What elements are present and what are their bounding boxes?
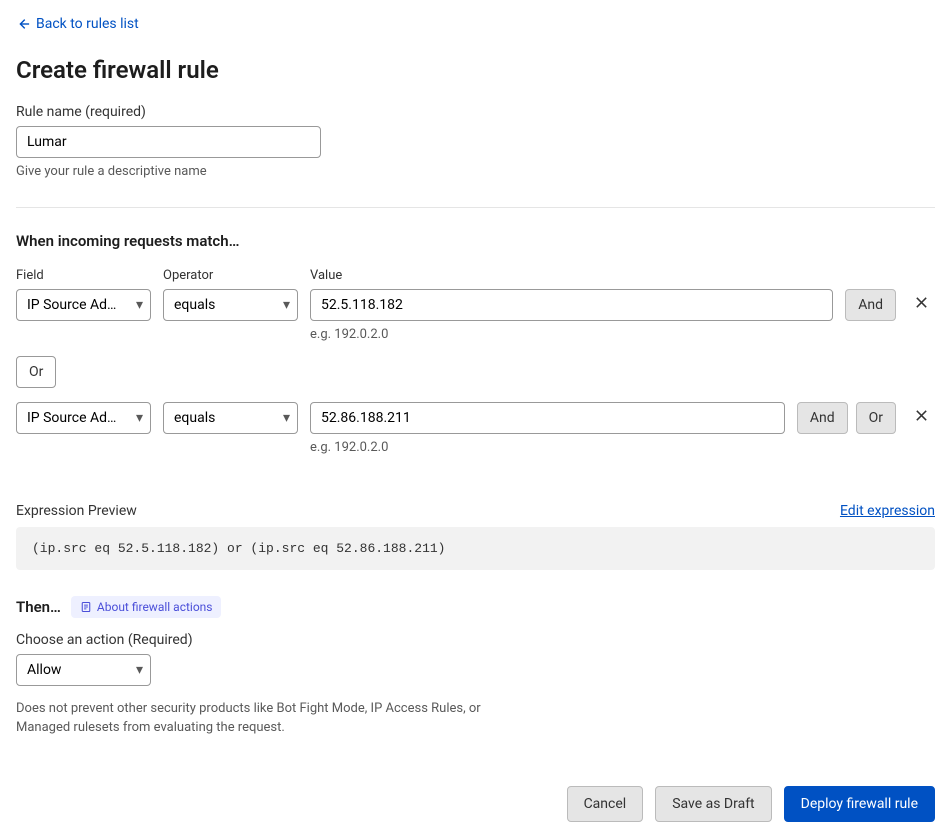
document-icon [80, 601, 92, 613]
rule-name-helper: Give your rule a descriptive name [16, 164, 935, 179]
match-heading: When incoming requests match… [16, 232, 935, 250]
header-operator: Operator [163, 268, 298, 283]
header-field: Field [16, 268, 151, 283]
field-select[interactable]: IP Source Add… [16, 289, 151, 321]
value-input[interactable] [310, 402, 785, 434]
choose-action-label: Choose an action (Required) [16, 632, 935, 648]
operator-select[interactable]: equals [163, 289, 298, 321]
back-to-rules-link[interactable]: Back to rules list [16, 16, 139, 32]
action-description: Does not prevent other security products… [16, 700, 536, 738]
remove-condition-button[interactable] [908, 402, 935, 429]
footer-actions: Cancel Save as Draft Deploy firewall rul… [16, 786, 935, 822]
arrow-left-icon [16, 17, 30, 31]
close-icon [914, 408, 929, 423]
remove-condition-button[interactable] [908, 289, 935, 316]
save-draft-button[interactable]: Save as Draft [655, 786, 771, 822]
value-example: e.g. 192.0.2.0 [310, 440, 785, 455]
value-example: e.g. 192.0.2.0 [310, 327, 833, 342]
page-title: Create firewall rule [16, 56, 935, 84]
about-firewall-actions-link[interactable]: About firewall actions [71, 596, 222, 618]
then-heading: Then… [16, 598, 61, 616]
back-to-rules-label: Back to rules list [36, 16, 139, 32]
expression-preview-label: Expression Preview [16, 503, 137, 519]
and-button[interactable]: And [845, 289, 896, 321]
rule-name-input[interactable] [16, 126, 321, 158]
edit-expression-link[interactable]: Edit expression [840, 503, 935, 519]
close-icon [914, 295, 929, 310]
condition-row: IP Source Add… ▾ equals ▾ e.g. 192.0.2.0… [16, 402, 935, 455]
cancel-button[interactable]: Cancel [567, 786, 644, 822]
or-button[interactable]: Or [856, 402, 896, 434]
expression-preview: (ip.src eq 52.5.118.182) or (ip.src eq 5… [16, 527, 935, 570]
about-firewall-actions-label: About firewall actions [97, 600, 213, 614]
value-input[interactable] [310, 289, 833, 321]
and-button[interactable]: And [797, 402, 848, 434]
header-value: Value [310, 268, 935, 283]
condition-row: IP Source Add… ▾ equals ▾ e.g. 192.0.2.0… [16, 289, 935, 342]
operator-select[interactable]: equals [163, 402, 298, 434]
action-select[interactable]: Allow [16, 654, 151, 686]
rule-name-label: Rule name (required) [16, 104, 935, 120]
deploy-button[interactable]: Deploy firewall rule [784, 786, 935, 822]
condition-headers: Field Operator Value [16, 268, 935, 283]
section-divider [16, 207, 935, 208]
or-divider-button[interactable]: Or [16, 356, 56, 388]
field-select[interactable]: IP Source Add… [16, 402, 151, 434]
